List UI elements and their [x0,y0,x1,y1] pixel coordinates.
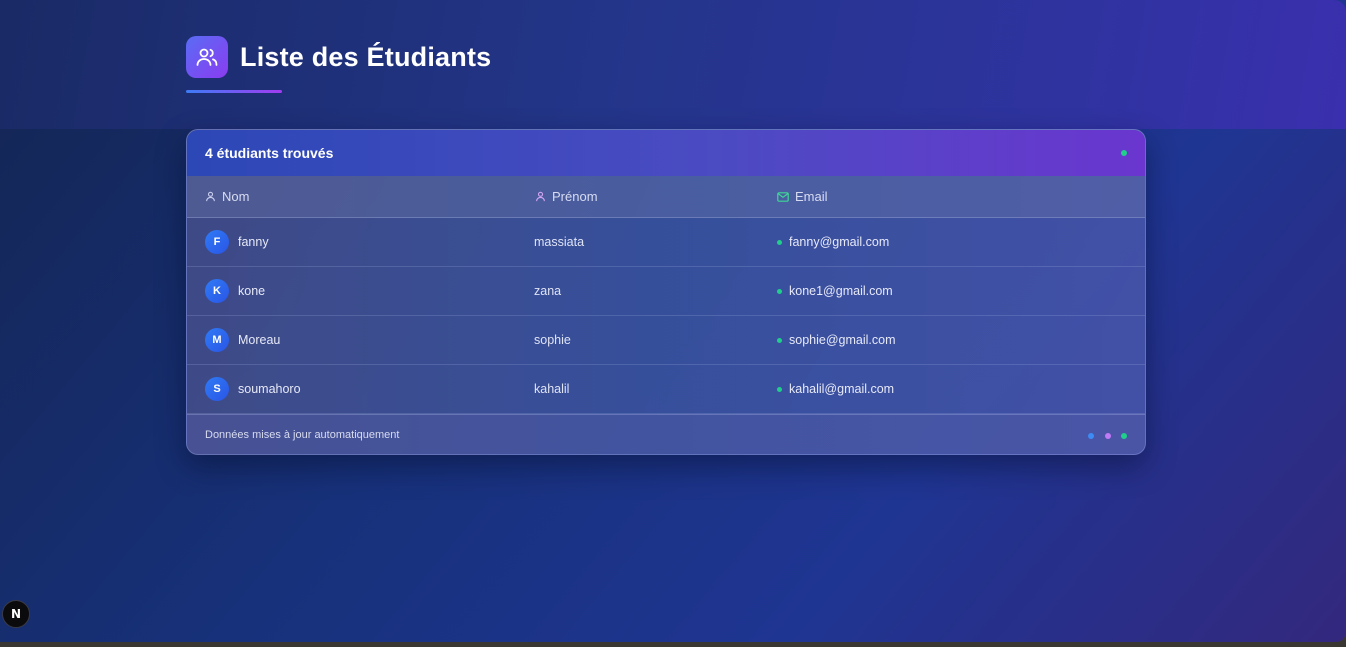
cell-nom: soumahoro [238,382,301,396]
cell-prenom: zana [534,284,562,298]
app-window: Liste des Étudiants 4 étudiants trouvés … [0,0,1346,642]
footer-dots [1082,426,1127,444]
table-row[interactable]: F fanny massiata fanny@gmail.com [187,218,1145,267]
email-status-dot [777,337,782,343]
email-text[interactable]: kahalil@gmail.com [789,382,894,396]
mail-icon [777,191,789,202]
table-row[interactable]: K kone zana kone1@gmail.com [187,267,1145,316]
email-text[interactable]: fanny@gmail.com [789,235,889,249]
email-text[interactable]: kone1@gmail.com [789,284,893,298]
cell-prenom: massiata [534,235,585,249]
title-group: Liste des Étudiants [186,36,491,78]
column-header-email[interactable]: Email [777,189,828,204]
email-status-dot [777,386,782,392]
cell-email: kahalil@gmail.com [777,382,894,396]
user-icon [536,191,545,202]
avatar: M [205,328,229,352]
indicator-dot [1104,432,1111,439]
title-underline [186,90,282,93]
cell-prenom: sophie [534,333,571,347]
cell-nom: kone [238,284,266,298]
avatar: F [205,230,229,254]
students-table-card: 4 étudiants trouvés Nom Prénom Email F f… [186,129,1146,455]
cell-email: kone1@gmail.com [777,284,893,298]
table-row[interactable]: S soumahoro kahalil kahalil@gmail.com [187,365,1145,414]
column-header-prenom[interactable]: Prénom [535,189,598,204]
page-title: Liste des Étudiants [240,41,492,72]
avatar: K [205,279,229,303]
footer-note: Données mises à jour automatiquement [205,428,400,441]
indicator-dot [1088,432,1095,439]
column-header-label: Email [795,189,828,204]
table-row[interactable]: M Moreau sophie sophie@gmail.com [187,316,1145,365]
cell-email: sophie@gmail.com [777,333,895,347]
indicator-dot [1121,432,1127,439]
email-status-dot [777,288,782,294]
table-header-bar: 4 étudiants trouvés [187,130,1145,176]
cell-nom: Moreau [238,333,281,347]
column-header-nom[interactable]: Nom [205,189,249,204]
cell-prenom: kahalil [534,382,570,396]
user-icon [206,191,215,202]
column-header-label: Prénom [552,189,598,204]
email-text[interactable]: sophie@gmail.com [789,333,895,347]
cell-nom: fanny [238,235,269,249]
users-icon [186,36,228,78]
avatar: S [205,377,229,401]
page-header: Liste des Étudiants [0,0,1346,129]
live-status-dot [1121,150,1127,156]
table-column-headers: Nom Prénom Email [187,176,1145,218]
table-footer: Données mises à jour automatiquement [187,414,1145,454]
column-header-label: Nom [222,189,250,204]
cell-email: fanny@gmail.com [777,235,889,249]
email-status-dot [777,239,782,245]
dev-tools-badge[interactable]: N [2,600,30,628]
results-count: 4 étudiants trouvés [205,145,334,161]
